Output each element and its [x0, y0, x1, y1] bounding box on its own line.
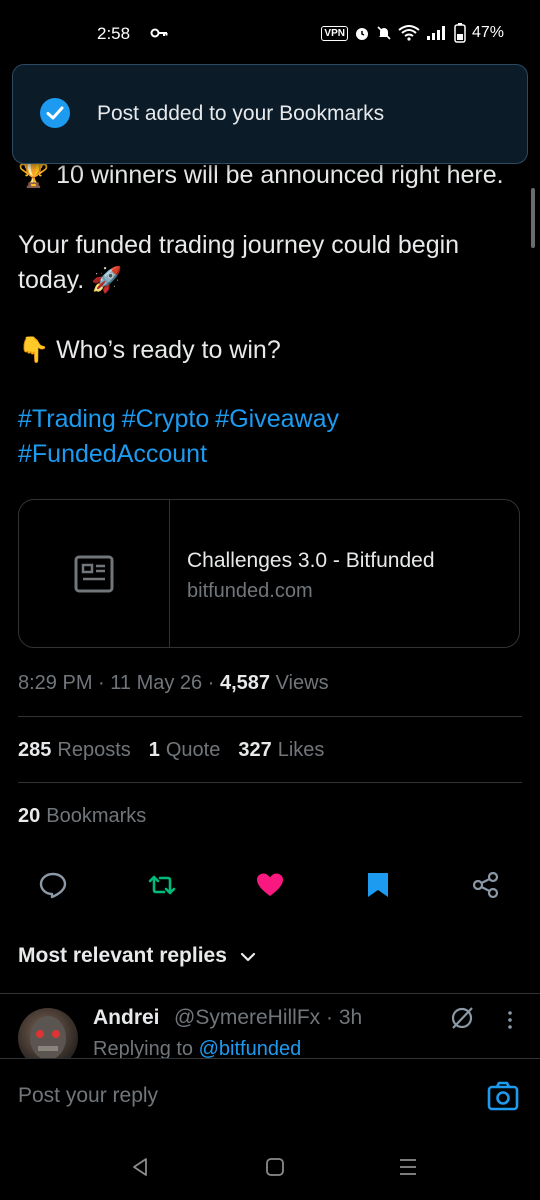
chevron-down-icon[interactable] — [240, 949, 256, 965]
battery-icon — [454, 23, 466, 43]
share-icon[interactable] — [471, 870, 501, 900]
bookmarks-stat[interactable]: 20 Bookmarks — [18, 805, 146, 828]
quotes-stat[interactable]: 1 Quote — [149, 739, 221, 762]
system-nav-bar — [0, 1134, 540, 1200]
replying-to-handle[interactable]: @bitfunded — [199, 1038, 302, 1060]
reposts-stat[interactable]: 285 Reposts — [18, 739, 131, 762]
more-options-icon[interactable] — [500, 1010, 520, 1030]
post-body: 🏆 10 winners will be announced right her… — [18, 161, 504, 364]
post-meta: 8:29 PM · 11 May 26 · 4,587 Views — [18, 672, 329, 694]
post-time: 8:29 PM — [18, 672, 93, 694]
post-date: 11 May 26 — [110, 672, 203, 694]
post-stats: 285 Reposts 1 Quote 327 Likes — [18, 739, 324, 762]
signal-icon — [426, 26, 445, 40]
alarm-icon — [355, 28, 368, 40]
link-card-thumbnail — [19, 500, 170, 647]
status-bar: 2:58 VPN 47% — [0, 0, 540, 70]
action-bar — [0, 860, 540, 910]
link-card-domain: bitfunded.com — [187, 580, 313, 602]
status-time: 2:58 — [97, 24, 131, 43]
reply-author-handle: @SymereHillFx · 3h — [174, 1006, 363, 1029]
scrollbar[interactable] — [531, 188, 535, 248]
bookmark-icon[interactable] — [363, 870, 393, 900]
reply-author-name[interactable]: Andrei — [93, 1006, 160, 1030]
status-icons: VPN 47% — [321, 23, 504, 43]
divider — [18, 716, 522, 717]
hashtag-link[interactable]: #Trading — [18, 405, 116, 433]
check-circle-icon — [40, 98, 70, 128]
back-icon[interactable] — [129, 1156, 151, 1178]
replies-sort-button[interactable]: Most relevant replies — [18, 944, 227, 968]
bookmark-toast[interactable]: Post added to your Bookmarks — [12, 64, 528, 164]
replying-to-label: Replying to — [93, 1038, 194, 1060]
article-icon — [74, 555, 114, 593]
like-icon[interactable] — [255, 870, 285, 900]
reply-input[interactable] — [18, 1084, 418, 1108]
link-card-title: Challenges 3.0 - Bitfunded — [187, 549, 435, 572]
grok-icon[interactable] — [449, 1005, 475, 1031]
battery-percent: 47% — [471, 24, 504, 41]
camera-icon[interactable] — [486, 1079, 520, 1113]
post-hashtags: #Trading #Crypto #Giveaway #FundedAccount — [18, 402, 523, 472]
views-count: 4,587 — [219, 672, 271, 694]
hashtag-link[interactable]: #Giveaway — [215, 405, 339, 433]
divider — [18, 782, 522, 783]
hashtag-link[interactable]: #FundedAccount — [18, 440, 207, 468]
likes-stat[interactable]: 327 Likes — [238, 739, 324, 762]
link-card[interactable]: Challenges 3.0 - Bitfunded bitfunded.com — [18, 499, 520, 648]
reply-icon[interactable] — [38, 870, 68, 900]
hashtag-link[interactable]: #Crypto — [122, 405, 210, 433]
views-label: Views — [275, 672, 329, 694]
toast-message: Post added to your Bookmarks — [97, 102, 385, 125]
vpn-badge: VPN — [321, 25, 348, 41]
home-icon[interactable] — [264, 1156, 286, 1178]
divider — [0, 993, 540, 994]
wifi-icon — [398, 25, 420, 41]
recents-icon[interactable] — [397, 1156, 419, 1178]
repost-icon[interactable] — [147, 870, 177, 900]
mute-bell-icon — [377, 26, 391, 40]
key-icon — [150, 28, 168, 38]
